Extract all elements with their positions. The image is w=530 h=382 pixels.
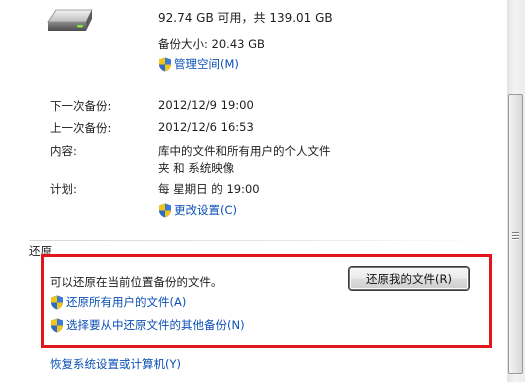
next-backup-label: 下一次备份: <box>50 99 112 113</box>
uac-shield-icon <box>159 203 171 217</box>
uac-shield-icon <box>51 318 63 332</box>
last-backup-label: 上一次备份: <box>50 121 112 135</box>
recover-system-link[interactable]: 恢复系统设置或计算机(Y) <box>50 356 181 372</box>
restore-my-files-button[interactable]: 还原我的文件(R) <box>349 267 469 290</box>
uac-shield-icon <box>51 295 63 309</box>
change-settings-label[interactable]: 更改设置(C) <box>174 202 237 218</box>
scrollbar-grip-icon <box>512 232 519 240</box>
schedule-label: 计划: <box>50 182 77 196</box>
schedule-value: 每 星期日 的 19:00 <box>158 182 260 196</box>
contents-label: 内容: <box>50 144 77 158</box>
drive-icon <box>47 9 93 31</box>
change-settings-link[interactable]: 更改设置(C) <box>158 202 237 218</box>
free-space-text: 92.74 GB 可用，共 139.01 GB <box>158 11 333 25</box>
contents-value-line2: 夹 和 系统映像 <box>158 161 235 175</box>
select-other-backup-link[interactable]: 选择要从中还原文件的其他备份(N) <box>50 317 245 333</box>
next-backup-value: 2012/12/9 19:00 <box>158 98 254 112</box>
section-divider <box>29 240 489 241</box>
contents-value-line1: 库中的文件和所有用户的个人文件 <box>158 144 331 158</box>
restore-description: 可以还原在当前位置备份的文件。 <box>50 275 223 289</box>
uac-shield-icon <box>159 57 171 71</box>
select-other-backup-label[interactable]: 选择要从中还原文件的其他备份(N) <box>66 317 245 333</box>
last-backup-value: 2012/12/6 16:53 <box>158 120 254 134</box>
restore-all-users-label[interactable]: 还原所有用户的文件(A) <box>66 294 186 310</box>
manage-space-label[interactable]: 管理空间(M) <box>174 56 239 72</box>
backup-size-text: 备份大小: 20.43 GB <box>158 37 265 51</box>
manage-space-link[interactable]: 管理空间(M) <box>158 56 239 72</box>
restore-all-users-link[interactable]: 还原所有用户的文件(A) <box>50 294 186 310</box>
